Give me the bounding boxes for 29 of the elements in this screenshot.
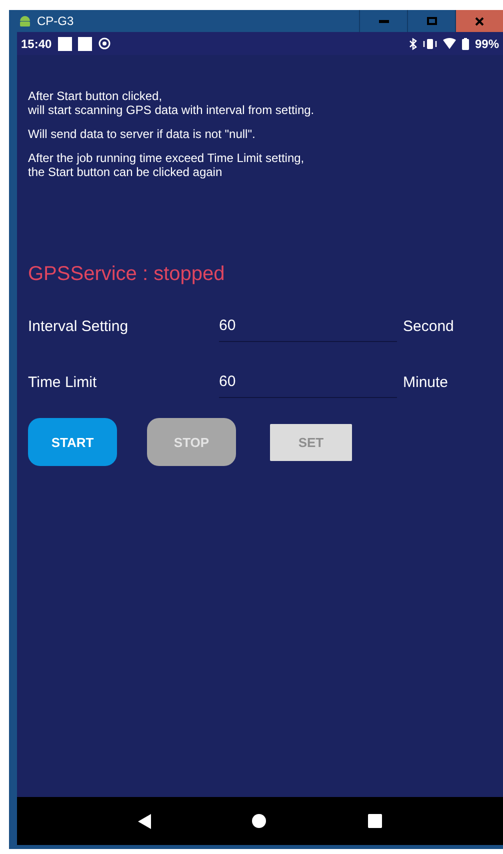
minimize-icon	[378, 20, 388, 22]
notification-icon	[58, 36, 72, 50]
close-button[interactable]	[455, 10, 503, 32]
close-icon	[475, 16, 484, 26]
instruction-text: After Start button clicked, will start scanning GPS data with interval from setting.	[28, 89, 316, 117]
bluetooth-icon	[408, 38, 417, 50]
instruction-text: After the job running time exceed Time Limit setting, the Start button can be clicked again	[28, 151, 306, 179]
setting-label: Time Limit	[28, 374, 98, 393]
service-status: GPSService : stopped	[28, 263, 226, 286]
notification-icon	[78, 36, 92, 50]
window-title: CP-G3	[37, 14, 75, 28]
battery-icon	[462, 38, 469, 50]
unit-label: Second	[403, 318, 454, 337]
instruction-text: Will send data to server if data is not "null".	[28, 127, 256, 141]
vibrate-icon	[422, 38, 437, 48]
back-icon[interactable]	[138, 814, 151, 828]
recents-icon[interactable]	[368, 814, 382, 828]
setting-label: Interval Setting	[28, 318, 130, 337]
home-icon[interactable]	[252, 814, 266, 828]
action-button[interactable]: START	[28, 418, 117, 466]
battery-level: 99%	[474, 36, 499, 50]
input-field[interactable]: 60	[219, 373, 397, 398]
maximize-icon	[426, 17, 436, 25]
android-icon	[19, 14, 31, 28]
input-field[interactable]: 60	[219, 317, 397, 342]
sync-icon	[98, 37, 111, 50]
clock: 15:40	[21, 36, 52, 50]
unit-label: Minute	[403, 374, 448, 393]
wifi-icon	[442, 38, 456, 49]
